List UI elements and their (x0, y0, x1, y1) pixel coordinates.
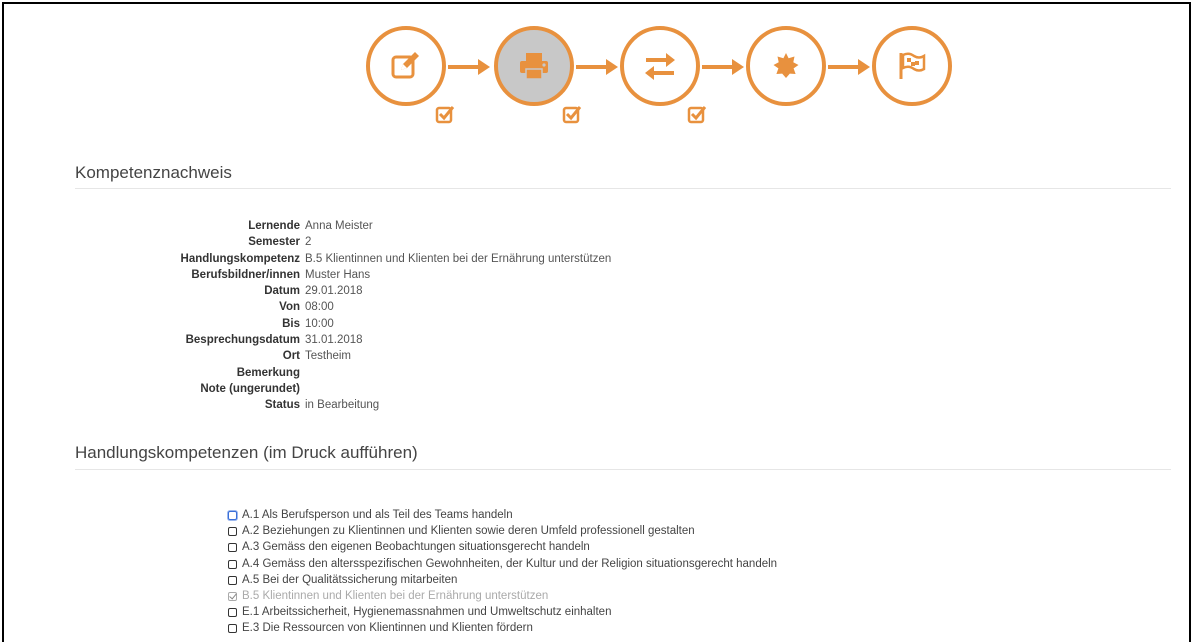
detail-row: Bemerkung (75, 365, 875, 381)
detail-label: Berufsbildner/innen (191, 268, 300, 281)
competency-label[interactable]: A.5 Bei der Qualitätssicherung mitarbeit… (242, 572, 457, 588)
done-check-icon (562, 106, 582, 124)
detail-label: Datum (264, 285, 300, 298)
competency-checkbox[interactable] (228, 527, 237, 537)
done-check-icon (687, 106, 707, 124)
competency-label[interactable]: A.1 Als Berufsperson und als Teil des Te… (242, 507, 513, 523)
detail-value: Testheim (305, 350, 352, 363)
step-exchange[interactable] (620, 26, 700, 106)
detail-row: Handlungskompetenz B.5 Klientinnen und Kl… (75, 251, 875, 267)
divider (75, 469, 1171, 470)
detail-label: Ort (282, 350, 300, 363)
detail-label: Handlungskompetenz (180, 252, 300, 265)
detail-value: 29.01.2018 (305, 285, 363, 298)
competency-label[interactable]: E.3 Die Ressourcen von Klientinnen und K… (242, 620, 533, 636)
detail-value: B.5 Klientinnen und Klienten bei der Ern… (305, 252, 612, 265)
flag-icon (899, 52, 926, 79)
step-certificate[interactable] (746, 26, 826, 106)
arrow-icon (828, 59, 870, 75)
competency-checkbox[interactable] (228, 559, 237, 569)
detail-label: Note (ungerundet) (200, 382, 300, 395)
workflow-steps (0, 0, 1197, 130)
print-icon (520, 53, 548, 80)
detail-value: Anna Meister (305, 220, 373, 232)
detail-value: 2 (305, 236, 312, 249)
certificate-icon (773, 53, 799, 78)
arrow-icon (448, 59, 490, 75)
detail-value: 31.01.2018 (305, 334, 363, 347)
detail-label: Besprechungsdatum (185, 334, 300, 347)
divider (75, 188, 1171, 189)
detail-row: Status in Bearbeitung (75, 397, 875, 413)
competency-label[interactable]: A.2 Beziehungen zu Klientinnen und Klien… (242, 523, 695, 539)
detail-label: Lernende (248, 220, 300, 232)
detail-row: Note (ungerundet) (75, 381, 875, 397)
detail-value: in Bearbeitung (305, 399, 380, 412)
competency-checkbox (228, 591, 237, 601)
detail-label: Status (264, 399, 300, 412)
step-print[interactable] (494, 26, 574, 106)
detail-row: Bis 10:00 (75, 316, 875, 332)
competency-label[interactable]: E.1 Arbeitssicherheit, Hygienemassnahmen… (242, 604, 611, 620)
competency-label: B.5 Klientinnen und Klienten bei der Ern… (242, 589, 549, 602)
step-finish[interactable] (872, 26, 952, 106)
arrow-icon (702, 59, 744, 75)
competency-checkbox[interactable] (228, 511, 237, 520)
details-list: Lernende Anna Meister Semester 2 Handlungsko… (75, 218, 875, 414)
detail-row: Semester 2 (75, 234, 875, 250)
detail-row: Besprechungsdatum 31.01.2018 (75, 332, 875, 348)
competency-checkbox[interactable] (228, 575, 237, 585)
competency-checkbox[interactable] (228, 624, 237, 634)
detail-row: Berufsbildner/innen Muster Hans (75, 267, 875, 283)
competency-label[interactable]: A.4 Gemäss den altersspezifischen Gewohn… (242, 556, 777, 572)
detail-label: Bemerkung (236, 366, 300, 379)
detail-row: Ort Testheim (75, 348, 875, 364)
detail-value: 10:00 (305, 317, 334, 330)
detail-row: Von 08:00 (75, 299, 875, 315)
detail-value: 08:00 (305, 301, 334, 314)
done-check-icon (435, 106, 455, 124)
detail-row: Lernende Anna Meister (75, 218, 875, 234)
section-title-handlungskompetenzen: Handlungskompetenzen (im Druck aufführen… (75, 443, 418, 462)
edit-icon (391, 52, 419, 79)
exchange-icon (645, 53, 675, 80)
detail-value: Muster Hans (305, 268, 371, 281)
step-edit[interactable] (366, 26, 446, 106)
competency-label[interactable]: A.3 Gemäss den eigenen Beobachtungen sit… (242, 539, 590, 555)
detail-row: Datum 29.01.2018 (75, 283, 875, 299)
detail-label: Von (279, 301, 300, 314)
section-title-kompetenznachweis: Kompetenznachweis (75, 163, 232, 182)
competency-checkbox[interactable] (228, 543, 237, 553)
detail-label: Semester (248, 236, 300, 249)
arrow-icon (576, 59, 618, 75)
competency-checkbox[interactable] (228, 608, 237, 618)
detail-label: Bis (282, 317, 300, 330)
